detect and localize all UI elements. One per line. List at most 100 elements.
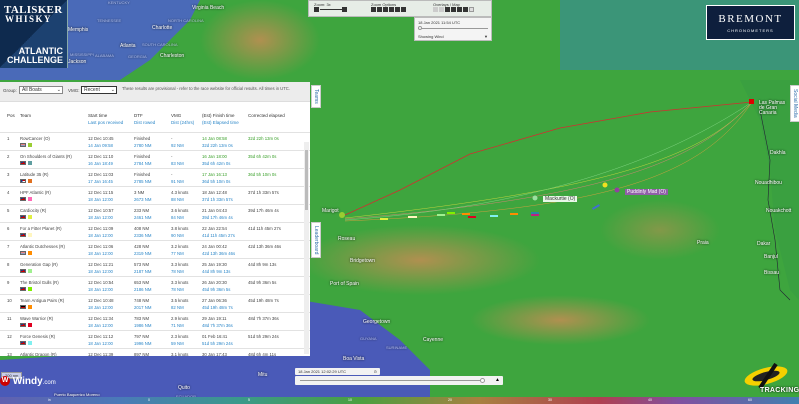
row-pos: 2	[7, 154, 10, 159]
map-label: SURINAME	[386, 345, 408, 350]
row-dist: 2186 NM	[134, 287, 152, 292]
tracking-label: TRACKING	[760, 387, 799, 394]
row-vmg: 4.3 knots	[171, 190, 189, 195]
row-team[interactable]: RowCancer (O)	[20, 136, 50, 141]
map-layer-icon[interactable]	[469, 7, 474, 13]
header-dist-rowed[interactable]: Dist rowed	[134, 120, 155, 125]
map-label: TENNESSEE	[97, 18, 122, 23]
overlays-label: Overlays / Map	[433, 2, 460, 7]
tab-teams[interactable]: Teams	[311, 85, 321, 108]
row-lastpos: 17 Jan 16:45	[88, 179, 113, 184]
header-dist24[interactable]: Dist (24hrs)	[171, 120, 194, 125]
table-row[interactable]: 6 For a Fitter Planet (R) 12 Dec 11:09 1…	[0, 222, 310, 240]
zoom-in-button[interactable]	[342, 7, 347, 13]
table-row[interactable]: 8 Generation Gap (R) 12 Dec 11:21 18 Jan…	[0, 258, 310, 276]
expand-icon[interactable]: ▲	[495, 377, 500, 383]
row-elapsed: 42d 13h 36m 46s	[202, 251, 236, 256]
table-scrollbar[interactable]	[304, 142, 309, 354]
table-row[interactable]: 4 HPF Atlantic (R) 12 Dec 11:15 18 Jan 1…	[0, 186, 310, 204]
table-row[interactable]: 2 On Shoulders of Giants (R) 12 Dec 11:1…	[0, 150, 310, 168]
boat-label-mackurtie[interactable]: Mackurtie (O)	[543, 196, 578, 202]
header-start[interactable]: Start time	[88, 113, 107, 118]
daynight-icon[interactable]	[439, 7, 444, 13]
scale-tick: 30	[548, 398, 552, 402]
row-team[interactable]: Force Genesis (R)	[20, 334, 55, 339]
row-dtf: 748 NM	[134, 298, 150, 303]
table-row[interactable]: 9 The Bristol Gulls (R) 12 Dec 10:54 18 …	[0, 276, 310, 294]
table-row[interactable]: 11 Wave Warrior (R) 12 Dec 11:34 18 Jan …	[0, 312, 310, 330]
row-elapsed: 45d 19h 48m 7s	[202, 305, 233, 310]
table-row[interactable]: 13 Atlantic Dragon (R) 12 Dec 11:39 897 …	[0, 348, 310, 356]
connect-icon[interactable]	[457, 7, 462, 13]
flag-icon[interactable]	[371, 7, 376, 13]
row-team[interactable]: Wave Warrior (R)	[20, 316, 53, 321]
row-corrected: 39d 17h 46m 4s	[248, 208, 279, 213]
globe-icon[interactable]	[463, 7, 468, 13]
chevron-down-icon: ⌄	[110, 87, 115, 93]
row-team[interactable]: Latitude 35 (R)	[20, 172, 48, 177]
map-label: Roseau	[338, 236, 356, 242]
table-row[interactable]: 1 RowCancer (O) 12 Dec 10:45 14 Jan 09:5…	[0, 132, 310, 150]
windy-logo[interactable]: W Windy.com	[0, 376, 56, 387]
header-dtf[interactable]: DTF	[134, 113, 143, 118]
row-finish: 30 Jan 17:43	[202, 352, 227, 356]
grid-icon[interactable]	[433, 7, 438, 13]
row-team[interactable]: Atlantic Dutchesses (R)	[20, 244, 65, 249]
zoom-box-icon[interactable]	[383, 7, 388, 13]
row-vmg: 3.3 knots	[171, 262, 189, 267]
group-select[interactable]: All Boats ⌄	[19, 86, 63, 94]
fleet-icon[interactable]	[389, 7, 394, 13]
table-row[interactable]: 12 Force Genesis (R) 12 Dec 11:12 18 Jan…	[0, 330, 310, 348]
row-team[interactable]: Atlantic Dragon (R)	[20, 352, 57, 356]
zoom-out-button[interactable]	[314, 7, 319, 13]
row-team[interactable]: Cardiocity (R)	[20, 208, 46, 213]
map-label: Dakhla	[770, 150, 786, 156]
row-team[interactable]: HPF Atlantic (R)	[20, 190, 51, 195]
row-start: 12 Dec 10:48	[88, 298, 114, 303]
tab-leaderboard[interactable]: Leaderboard	[311, 222, 321, 259]
header-elapsed[interactable]: (Est) Elapsed time	[202, 120, 239, 125]
header-pos[interactable]: Pos	[7, 113, 15, 118]
row-team[interactable]: The Bristol Gulls (R)	[20, 280, 59, 285]
header-corrected[interactable]: Corrected elapsed	[248, 113, 285, 118]
zoom-options-label: Zoom Options	[371, 2, 397, 7]
tab-social-media[interactable]: Social Media	[790, 85, 799, 122]
course-flag-icon[interactable]	[451, 7, 456, 13]
weather-time-slider[interactable]	[418, 26, 488, 30]
row-team[interactable]: Generation Gap (R)	[20, 262, 58, 267]
fullscreen-icon[interactable]	[395, 7, 400, 13]
row-dtf: 653 NM	[134, 280, 150, 285]
row-team[interactable]: For a Fitter Planet (R)	[20, 226, 62, 231]
row-finish: 27 Jan 06:36	[202, 298, 227, 303]
row-dtf: 408 NM	[134, 226, 150, 231]
row-team[interactable]: Team Antigua Pairs (R)	[20, 298, 64, 303]
header-lastpos[interactable]: Last pos received	[88, 120, 123, 125]
table-row[interactable]: 5 Cardiocity (R) 12 Dec 10:57 18 Jan 12:…	[0, 204, 310, 222]
zoom-fit-icon[interactable]	[377, 7, 382, 13]
zoom-slider[interactable]	[320, 9, 342, 11]
row-vmg: 3.1 knots	[171, 352, 189, 356]
wind-icon[interactable]	[445, 7, 450, 13]
header-vmg[interactable]: VMG	[171, 113, 181, 118]
overlay-dropdown[interactable]: Showing Wind ▼	[415, 30, 491, 39]
row-lastpos: 18 Jan 12:00	[88, 269, 113, 274]
map-label: KENTUCKY	[108, 0, 130, 5]
exit-icon[interactable]	[401, 7, 406, 13]
header-finish[interactable]: (Est) Finish time	[202, 113, 235, 118]
scale-tick: 20	[448, 398, 452, 402]
clock-icon[interactable]: ⊙	[374, 369, 377, 374]
slider-handle[interactable]	[480, 378, 485, 383]
table-row[interactable]: 3 Latitude 35 (R) 12 Dec 11:03 17 Jan 16…	[0, 168, 310, 186]
row-start: 12 Dec 11:21	[88, 262, 114, 267]
playback-slider[interactable]: ▲	[295, 376, 503, 385]
row-dtf: 797 NM	[134, 334, 150, 339]
scale-tick: 60	[748, 398, 752, 402]
table-row[interactable]: 10 Team Antigua Pairs (R) 12 Dec 10:48 1…	[0, 294, 310, 312]
vmg-select[interactable]: Recent ⌄	[81, 86, 117, 94]
map-label: MISSISSIPPI	[70, 52, 94, 57]
map-label: NORTH CAROLINA	[168, 18, 204, 23]
boat-label-puddle[interactable]: Puddinly Mad (O)	[625, 189, 668, 195]
header-team[interactable]: Team	[20, 113, 31, 118]
table-row[interactable]: 7 Atlantic Dutchesses (R) 12 Dec 11:06 1…	[0, 240, 310, 258]
row-team[interactable]: On Shoulders of Giants (R)	[20, 154, 72, 159]
